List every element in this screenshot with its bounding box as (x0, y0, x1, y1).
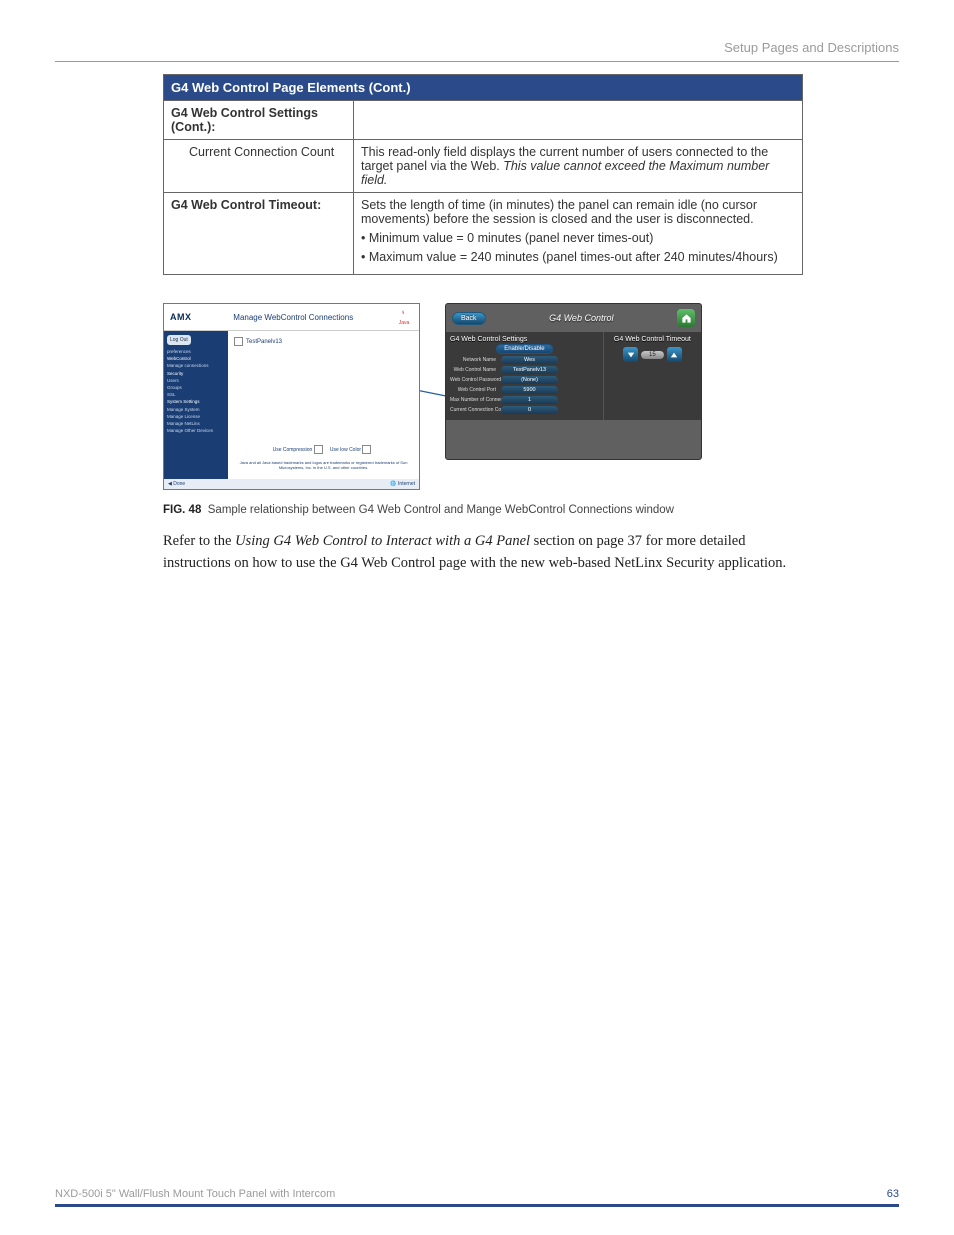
field-value[interactable]: 5900 (501, 386, 558, 394)
browser-sidebar: Log Out preferences WebControl Manage co… (164, 331, 228, 482)
page-number: 63 (887, 1188, 899, 1200)
row-label: Current Connection Count (164, 140, 354, 193)
field-value: 0 (501, 406, 558, 414)
panel-link[interactable]: TestPanelv13 (246, 339, 282, 345)
amx-logo: AMX (170, 312, 192, 322)
checkbox-icon[interactable] (362, 445, 371, 454)
back-button[interactable]: Back (452, 312, 486, 325)
java-icon: Java (395, 308, 413, 326)
panel-title: G4 Web Control (494, 313, 669, 323)
browser-window: AMX Manage WebControl Connections Java L… (163, 303, 420, 490)
table-title: G4 Web Control Page Elements (Cont.) (164, 75, 803, 101)
logout-button[interactable]: Log Out (167, 335, 191, 345)
row-label: G4 Web Control Timeout: (164, 193, 354, 275)
field-value[interactable]: 1 (501, 396, 558, 404)
figure-caption: FIG. 48 Sample relationship between G4 W… (163, 504, 723, 516)
browser-status-bar: ◀ Done 🌐 Internet (164, 479, 419, 489)
checkbox-icon[interactable] (234, 337, 243, 346)
field-value[interactable]: TestPanelv13 (501, 366, 558, 374)
row-desc (354, 101, 803, 140)
row-desc: Sets the length of time (in minutes) the… (354, 193, 803, 275)
page-footer: NXD-500i 5" Wall/Flush Mount Touch Panel… (55, 1188, 899, 1207)
table-row: G4 Web Control Timeout: Sets the length … (164, 193, 803, 275)
elements-table: G4 Web Control Page Elements (Cont.) G4 … (163, 74, 803, 275)
touch-panel: Back G4 Web Control G4 Web Control Setti… (445, 303, 702, 460)
timeout-value: 15 (641, 351, 664, 359)
increase-button[interactable] (667, 347, 682, 362)
field-value[interactable]: (None) (501, 376, 558, 384)
settings-heading: G4 Web Control Settings (450, 336, 599, 343)
timeout-heading: G4 Web Control Timeout (608, 336, 697, 343)
header-section-title: Setup Pages and Descriptions (724, 40, 899, 55)
browser-title: Manage WebControl Connections (233, 313, 353, 322)
decrease-button[interactable] (623, 347, 638, 362)
row-label: G4 Web Control Settings (Cont.): (164, 101, 354, 140)
home-icon[interactable] (677, 309, 695, 327)
row-desc: This read-only field displays the curren… (354, 140, 803, 193)
browser-main: TestPanelv13 Use Compression Use low Col… (228, 331, 419, 482)
checkbox-icon[interactable] (314, 445, 323, 454)
enable-toggle[interactable]: Enable/Disable (496, 344, 552, 354)
page-header: Setup Pages and Descriptions (55, 40, 899, 62)
figure-48: AMX Manage WebControl Connections Java L… (163, 303, 723, 516)
field-value: Wes (501, 356, 558, 364)
body-paragraph: Refer to the Using G4 Web Control to Int… (163, 530, 803, 575)
table-row: Current Connection Count This read-only … (164, 140, 803, 193)
table-row: G4 Web Control Settings (Cont.): (164, 101, 803, 140)
footer-product: NXD-500i 5" Wall/Flush Mount Touch Panel… (55, 1188, 335, 1200)
